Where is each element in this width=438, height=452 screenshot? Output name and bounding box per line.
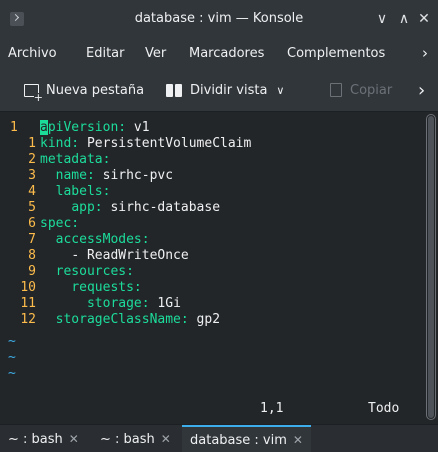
line-number: 9	[28, 264, 36, 279]
menu-ver[interactable]: Ver	[145, 46, 166, 61]
line-number: 3	[28, 168, 36, 183]
close-tab-icon[interactable]: ✕	[293, 433, 303, 447]
editor-line: 6 spec:	[0, 216, 79, 232]
editor-line: 1 apiVersion: v1	[0, 120, 150, 136]
minimize-button[interactable]: ∨	[372, 9, 392, 29]
line-text: storageClassName: gp2	[55, 312, 221, 327]
editor-line: 4 labels:	[0, 184, 110, 200]
empty-line-marker: ~	[8, 350, 16, 365]
tab-label: ~ : bash	[8, 431, 63, 447]
menu-overflow-chevron-icon[interactable]: ›	[422, 44, 428, 62]
empty-line-marker: ~	[8, 334, 16, 349]
line-number: 10	[20, 280, 36, 295]
copy-label: Copiar	[350, 82, 393, 98]
new-tab-button[interactable]: Nueva pestaña	[24, 80, 145, 103]
line-number: 5	[28, 200, 36, 215]
line-text: app: sirhc-database	[71, 200, 221, 215]
menu-editar[interactable]: Editar	[86, 46, 125, 61]
chevron-down-icon: ∨	[276, 83, 285, 97]
split-view-icon	[166, 83, 182, 97]
split-view-label: Dividir vista	[190, 82, 268, 98]
scroll-position: Todo	[368, 401, 400, 416]
close-tab-icon[interactable]: ✕	[161, 432, 171, 446]
line-text: labels:	[55, 184, 111, 199]
menu-bar: Archivo Editar Ver Marcadores Complement…	[0, 38, 438, 68]
editor-line: 3 name: sirhc-pvc	[0, 168, 173, 184]
line-number: 2	[28, 152, 36, 167]
line-text: spec:	[40, 216, 80, 231]
editor-line: 9 resources:	[0, 264, 134, 280]
line-number: 1	[10, 120, 18, 135]
maximize-button[interactable]: ∧	[394, 9, 414, 29]
line-text: requests:	[71, 280, 142, 295]
copy-icon	[330, 83, 342, 97]
tab-label: ~ : bash	[100, 431, 155, 447]
editor-line: 1 kind: PersistentVolumeClaim	[0, 136, 251, 152]
tab-bar: ~ : bash ✕ ~ : bash ✕ database : vim ✕	[0, 424, 438, 452]
line-text: storage: 1Gi	[86, 296, 181, 311]
line-number: 12	[20, 312, 36, 327]
menu-complementos[interactable]: Complementos	[287, 46, 385, 61]
tab-database-vim[interactable]: database : vim ✕	[182, 425, 311, 452]
empty-line-marker: ~	[8, 366, 16, 381]
cursor-position: 1,1	[260, 401, 284, 416]
title-bar: database : vim — Konsole ∨ ∧ ✕	[0, 0, 438, 38]
editor-line: 8 - ReadWriteOnce	[0, 248, 189, 264]
menu-marcadores[interactable]: Marcadores	[189, 46, 264, 61]
scrollbar-thumb[interactable]	[428, 116, 434, 418]
editor-line: 7 accessModes:	[0, 232, 150, 248]
close-tab-icon[interactable]: ✕	[69, 432, 79, 446]
editor-line: 11 storage: 1Gi	[0, 296, 181, 312]
line-number: 11	[20, 296, 36, 311]
line-number: 4	[28, 184, 36, 199]
tab-bash-1[interactable]: ~ : bash ✕	[0, 425, 87, 452]
terminal-view[interactable]: 1 apiVersion: v1 1 kind: PersistentVolumeCl…	[0, 112, 424, 424]
line-number: 1	[28, 136, 36, 151]
toolbar: Nueva pestaña Dividir vista ∨ Copiar ›	[0, 68, 438, 112]
line-text: metadata:	[40, 152, 111, 167]
editor-line: 5 app: sirhc-database	[0, 200, 220, 216]
vertical-scrollbar[interactable]	[426, 114, 436, 420]
text-cursor: a	[40, 120, 48, 135]
line-text: apiVersion: v1	[40, 120, 150, 135]
tab-bash-2[interactable]: ~ : bash ✕	[92, 425, 179, 452]
split-view-button[interactable]: Dividir vista ∨	[166, 80, 284, 100]
line-text: accessModes:	[55, 232, 150, 247]
close-button[interactable]: ✕	[414, 9, 434, 29]
editor-line: 10 requests:	[0, 280, 142, 296]
line-number: 6	[28, 216, 36, 231]
tab-label: database : vim	[190, 432, 287, 448]
line-number: 8	[28, 248, 36, 263]
line-number: 7	[28, 232, 36, 247]
menu-archivo[interactable]: Archivo	[8, 46, 57, 61]
toolbar-overflow-chevron-icon[interactable]: ›	[418, 80, 425, 101]
editor-line: 12 storageClassName: gp2	[0, 312, 220, 328]
line-text: - ReadWriteOnce	[71, 248, 189, 263]
new-tab-icon	[24, 83, 43, 103]
line-text: resources:	[55, 264, 134, 279]
line-text: name: sirhc-pvc	[55, 168, 174, 183]
editor-line: 2 metadata:	[0, 152, 110, 168]
copy-button[interactable]: Copiar	[330, 80, 392, 100]
new-tab-label: Nueva pestaña	[46, 82, 145, 98]
line-text: kind: PersistentVolumeClaim	[40, 136, 252, 151]
